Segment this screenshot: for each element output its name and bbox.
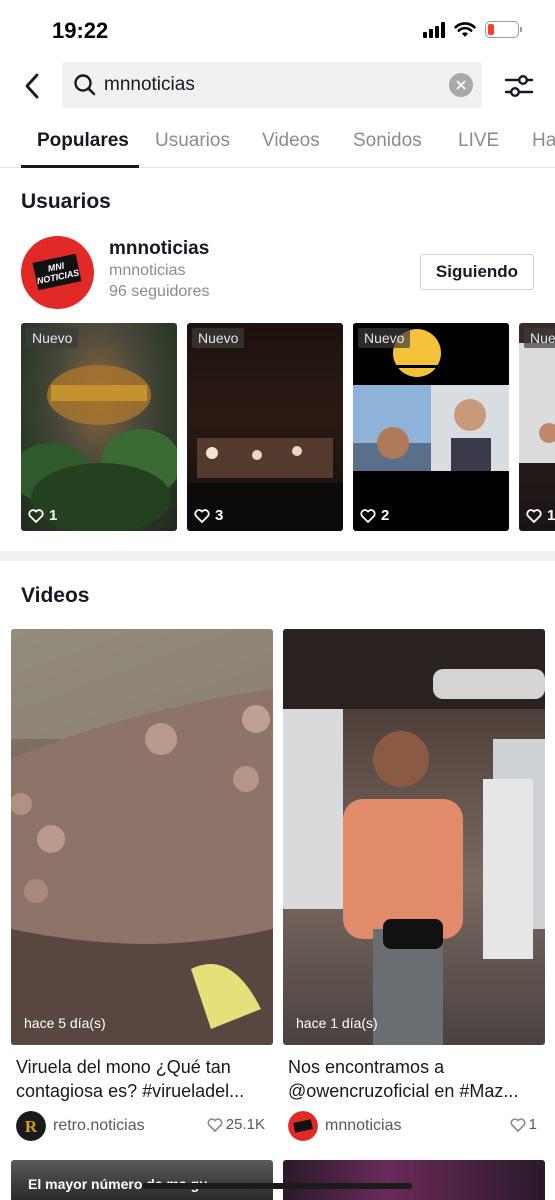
like-count: 1: [28, 507, 57, 524]
clear-search-button[interactable]: [449, 73, 473, 97]
svg-text:R: R: [25, 1117, 38, 1136]
skin-closeup-image: [11, 629, 273, 1045]
status-icons: [423, 21, 522, 38]
jungle-scene-image: [21, 365, 177, 531]
battery-icon: [485, 21, 522, 38]
new-badge: Nue: [524, 328, 555, 348]
video-title[interactable]: Nos encontramos a @owencruzoficial en #M…: [288, 1055, 543, 1103]
tab-live[interactable]: LIVE: [458, 130, 499, 152]
like-count-value: 3: [215, 507, 224, 524]
tab-hashtags[interactable]: Ha: [532, 130, 555, 152]
video-thumbnail[interactable]: hace 5 día(s): [11, 629, 273, 1045]
signal-icon: [423, 21, 445, 38]
new-badge: Nuevo: [358, 328, 411, 348]
status-bar: 19:22: [0, 0, 555, 62]
active-tab-indicator: [21, 165, 139, 168]
video-meta: mnnoticias 1: [288, 1110, 545, 1142]
search-box: [62, 62, 482, 108]
tab-sonidos[interactable]: Sonidos: [353, 130, 422, 152]
user-video-thumb[interactable]: Nuevo 1: [21, 323, 177, 531]
new-badge: Nuevo: [192, 328, 245, 348]
author-name[interactable]: mnnoticias: [325, 1117, 401, 1135]
new-badge: Nuevo: [26, 328, 79, 348]
users-section-title: Usuarios: [21, 190, 111, 213]
username[interactable]: mnnoticias: [109, 238, 209, 260]
like-count: 2: [360, 507, 389, 524]
user-video-thumb[interactable]: Nuevo 2: [353, 323, 509, 531]
like-count: 1: [526, 507, 555, 524]
section-divider: [0, 551, 555, 561]
retro-logo-icon: R: [16, 1111, 46, 1141]
concert-scene-image: [187, 438, 343, 531]
like-count-value: 1: [528, 1116, 537, 1133]
chevron-left-icon: [25, 73, 39, 99]
video-thumbnail[interactable]: [283, 1160, 545, 1200]
heart-icon: [28, 508, 44, 523]
tab-videos[interactable]: Videos: [262, 130, 320, 152]
video-thumbnail[interactable]: hace 1 día(s): [283, 629, 545, 1045]
like-count-value: 2: [381, 507, 390, 524]
filter-icon[interactable]: [503, 71, 535, 101]
search-tabs: Populares Usuarios Videos Sonidos LIVE H…: [0, 118, 555, 168]
like-count: 3: [194, 507, 223, 524]
heart-icon: [194, 508, 210, 523]
home-indicator[interactable]: [142, 1183, 412, 1189]
follower-count: 96 seguidores: [109, 283, 210, 300]
heart-icon: [526, 508, 542, 523]
video-age: hace 1 día(s): [296, 1015, 378, 1031]
search-icon: [74, 74, 96, 96]
following-button[interactable]: Siguiendo: [420, 254, 534, 290]
like-count-value: 1: [547, 507, 555, 524]
video-call-collage-image: [353, 323, 509, 471]
street-crowd-image: [283, 629, 545, 1045]
video-meta: R retro.noticias 25.1K: [16, 1110, 273, 1142]
street-scene-image: [519, 343, 555, 463]
avatar-logo: MNI NOTICIAS: [32, 253, 82, 291]
user-video-thumb[interactable]: Nue 1: [519, 323, 555, 531]
user-video-thumb[interactable]: Nuevo 3: [187, 323, 343, 531]
heart-icon: [207, 1117, 223, 1132]
avatar[interactable]: R: [16, 1111, 46, 1141]
search-row: [0, 62, 555, 110]
avatar[interactable]: [288, 1111, 318, 1141]
video-card[interactable]: hace 5 día(s) Viruela del mono ¿Qué tan …: [11, 629, 273, 1142]
videos-section-title: Videos: [21, 584, 90, 607]
heart-icon: [360, 508, 376, 523]
like-count: 25.1K: [207, 1116, 265, 1133]
video-age: hace 5 día(s): [24, 1015, 106, 1031]
user-result[interactable]: MNI NOTICIAS mnnoticias mnnoticias 96 se…: [0, 234, 555, 314]
author-name[interactable]: retro.noticias: [53, 1117, 145, 1135]
back-button[interactable]: [18, 70, 46, 102]
user-handle: mnnoticias: [109, 262, 186, 279]
close-icon: [456, 80, 466, 90]
tab-populares[interactable]: Populares: [37, 130, 129, 152]
tab-usuarios[interactable]: Usuarios: [155, 130, 230, 152]
like-count-value: 1: [49, 507, 58, 524]
status-time: 19:22: [52, 18, 109, 43]
avatar[interactable]: MNI NOTICIAS: [21, 236, 94, 309]
user-video-strip: Nuevo 1 Nuevo 3 Nuevo 2 Nue 1: [21, 323, 555, 531]
mni-logo-icon: [288, 1111, 318, 1141]
search-input[interactable]: [104, 62, 434, 108]
like-count: 1: [510, 1116, 537, 1133]
like-count-value: 25.1K: [225, 1116, 265, 1133]
video-card[interactable]: hace 1 día(s) Nos encontramos a @owencru…: [283, 629, 545, 1142]
heart-icon: [510, 1117, 526, 1132]
video-title[interactable]: Viruela del mono ¿Qué tan contagiosa es?…: [16, 1055, 271, 1103]
wifi-icon: [454, 21, 476, 37]
